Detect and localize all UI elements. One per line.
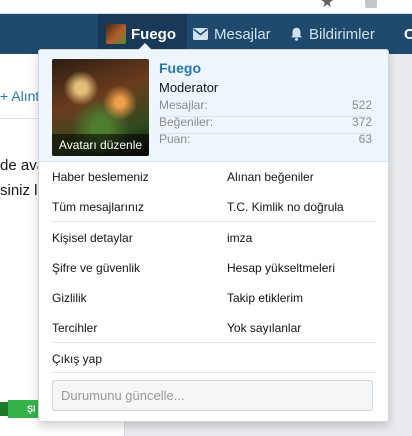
- user-name-link[interactable]: Fuego: [159, 60, 201, 76]
- nav-alerts[interactable]: Bildirimler: [290, 14, 375, 54]
- avatar: [106, 24, 126, 44]
- browser-toolbar: ★: [0, 0, 412, 14]
- link-signature[interactable]: imza: [227, 231, 252, 245]
- submit-button-label: ŞI: [27, 404, 36, 414]
- stat-value: 63: [358, 132, 372, 146]
- banner-strip: [0, 402, 8, 416]
- popup-arrow: [138, 43, 152, 50]
- nav-cut-label: C: [404, 25, 412, 43]
- link-all-messages[interactable]: Tüm mesajlarınız: [52, 200, 144, 214]
- link-news-feed[interactable]: Haber beslemeniz: [52, 170, 149, 184]
- top-navbar: Fuego Mesajlar Bildirimler C: [0, 14, 412, 54]
- link-following[interactable]: Takip etiklerim: [227, 291, 303, 305]
- extension-icon[interactable]: [365, 0, 377, 8]
- stat-row-points: Puan: 63: [159, 132, 372, 150]
- stat-value: 522: [351, 98, 372, 112]
- link-personal-details[interactable]: Kişisel detaylar: [52, 231, 133, 245]
- nav-item-cut[interactable]: C: [404, 14, 412, 54]
- stat-label: Beğeniler:: [159, 115, 214, 129]
- link-password-security[interactable]: Şifre ve güvenlik: [52, 261, 140, 275]
- menu-divider: [52, 342, 376, 343]
- user-menu-popup: Avatarı düzenle Fuego Moderator Mesajlar…: [38, 43, 389, 422]
- status-update-input[interactable]: [52, 380, 373, 411]
- link-received-likes[interactable]: Alınan beğeniler: [227, 170, 314, 184]
- menu-divider: [52, 372, 376, 373]
- link-ignored[interactable]: Yok sayılanlar: [227, 321, 301, 335]
- post-text-line: siniz l: [0, 182, 38, 199]
- menu-divider: [52, 221, 376, 222]
- link-preferences[interactable]: Tercihler: [52, 321, 97, 335]
- stat-row-messages: Mesajlar: 522: [159, 98, 372, 117]
- stat-row-likes: Beğeniler: 372: [159, 115, 372, 134]
- nav-alerts-label: Bildirimler: [309, 25, 375, 43]
- stat-label: Mesajlar:: [159, 98, 208, 112]
- logout-link[interactable]: Çıkış yap: [52, 352, 102, 366]
- user-menu-header: Avatarı düzenle Fuego Moderator Mesajlar…: [39, 50, 388, 162]
- user-avatar[interactable]: Avatarı düzenle: [52, 59, 149, 156]
- quote-link[interactable]: + Alıntı: [0, 88, 43, 104]
- nav-user-label: Fuego: [131, 25, 176, 43]
- link-privacy[interactable]: Gizlilik: [52, 291, 87, 305]
- link-account-upgrades[interactable]: Hesap yükseltmeleri: [227, 261, 335, 275]
- bell-icon: [290, 27, 303, 41]
- envelope-icon: [193, 28, 208, 40]
- edit-avatar-link[interactable]: Avatarı düzenle: [52, 134, 149, 156]
- stat-value: 372: [351, 115, 372, 129]
- bookmark-star-icon[interactable]: ★: [320, 0, 334, 11]
- submit-button[interactable]: ŞI: [8, 400, 38, 418]
- user-title: Moderator: [159, 80, 219, 95]
- nav-messages-label: Mesajlar: [214, 25, 271, 43]
- stat-label: Puan:: [159, 132, 191, 146]
- nav-messages[interactable]: Mesajlar: [193, 14, 271, 54]
- link-verify-id[interactable]: T.C. Kimlik no doğrula: [227, 200, 344, 214]
